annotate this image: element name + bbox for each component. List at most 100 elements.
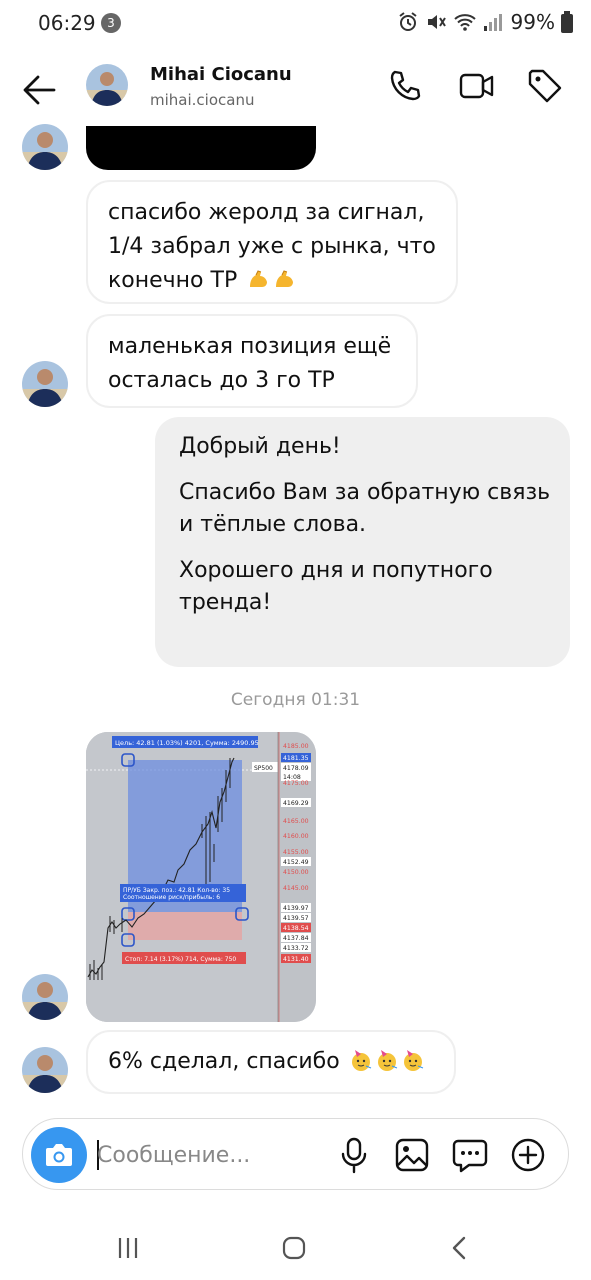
message-text-segment: конечно ТР xyxy=(108,268,238,293)
battery-level: 99% xyxy=(510,10,555,34)
price-label: 4139.57 xyxy=(283,915,309,922)
partying-face-icon xyxy=(351,1050,371,1071)
price-axis: 4185.004181.354178.0914:084175.004169.29… xyxy=(281,743,311,963)
price-label: 4185.00 xyxy=(283,743,309,750)
price-label: 4160.00 xyxy=(283,833,309,840)
avatar-photo xyxy=(22,974,68,1020)
message-text: маленькая позиция ещё xyxy=(108,334,392,359)
message-text: 1/4 забрал уже с рынка, что xyxy=(108,234,436,259)
price-label: 4152.49 xyxy=(283,859,309,866)
price-label: 4181.35 xyxy=(283,755,309,762)
outgoing-message-bubble[interactable]: Добрый день! Спасибо Вам за обратную свя… xyxy=(155,417,570,667)
partying-face-icon xyxy=(377,1050,397,1071)
price-label: 4139.97 xyxy=(283,905,309,912)
contact-username[interactable]: mihai.ciocanu xyxy=(150,91,254,109)
tag-button[interactable] xyxy=(525,66,565,106)
price-label: 4145.00 xyxy=(283,885,309,892)
date-separator: Сегодня 01:31 xyxy=(230,690,361,710)
image-icon xyxy=(395,1138,429,1172)
flexed-biceps-icon xyxy=(276,270,294,287)
signal-icon xyxy=(483,14,502,31)
back-button[interactable] xyxy=(18,68,62,112)
call-button[interactable] xyxy=(385,66,425,106)
contact-name[interactable]: Mihai Ciocanu xyxy=(150,64,292,85)
message-text-segment: 6% сделал, спасибо xyxy=(108,1049,340,1074)
price-label: 4169.29 xyxy=(283,800,309,807)
alarm-icon xyxy=(398,12,417,31)
header-avatar[interactable] xyxy=(86,64,128,106)
price-label: 4178.09 xyxy=(283,765,309,772)
recent-apps-button[interactable] xyxy=(106,1226,150,1270)
partying-face-icon xyxy=(403,1050,423,1071)
voice-message-button[interactable] xyxy=(334,1135,374,1175)
message-text: конечно ТР xyxy=(108,264,436,298)
sender-avatar[interactable] xyxy=(22,1047,68,1093)
price-label: 4137.84 xyxy=(283,935,309,942)
status-icons: 99% xyxy=(397,10,573,34)
price-label: 4175.00 xyxy=(283,780,309,787)
chat-bubble-icon xyxy=(452,1139,488,1173)
battery-icon xyxy=(561,11,573,33)
message-text: 6% сделал, спасибо xyxy=(108,1045,434,1079)
image-message[interactable]: Цель: 42.81 (1.03%) 4201, Сумма: 2490.95… xyxy=(86,732,316,1022)
home-button[interactable] xyxy=(272,1226,316,1270)
plus-circle-icon xyxy=(511,1138,545,1172)
system-back-button[interactable] xyxy=(438,1226,482,1270)
video-camera-icon xyxy=(459,73,494,99)
video-call-button[interactable] xyxy=(457,66,497,106)
avatar-photo xyxy=(22,1047,68,1093)
message-text: осталась до 3 го ТР xyxy=(108,368,335,393)
message-text: и тёплые слова. xyxy=(179,512,367,537)
chat-header: Mihai Ciocanu mihai.ciocanu xyxy=(0,50,591,128)
message-text: Спасибо Вам за обратную связь xyxy=(179,480,551,505)
arrow-left-icon xyxy=(23,75,56,105)
message-text: спасибо жеролд за сигнал, xyxy=(108,200,425,225)
system-nav-bar xyxy=(0,1212,591,1280)
sender-avatar[interactable] xyxy=(22,124,68,170)
message-spacer xyxy=(179,463,546,477)
message-bubble[interactable]: 6% сделал, спасибо xyxy=(86,1030,456,1094)
home-icon xyxy=(282,1236,306,1260)
position-label: ПР/УБ Закр. поз.: 42.81 Кол-во: 35 xyxy=(123,887,230,894)
mute-icon xyxy=(427,15,446,29)
message-spacer xyxy=(179,541,546,555)
position-label: Соотношение риск/прибыль: 6 xyxy=(123,894,220,901)
avatar-photo xyxy=(22,361,68,407)
more-options-button[interactable] xyxy=(508,1135,548,1175)
status-bar: 06:29 3 99% xyxy=(0,0,591,46)
sender-avatar[interactable] xyxy=(22,974,68,1020)
message-composer xyxy=(22,1118,569,1190)
price-label: 4131.40 xyxy=(283,956,309,963)
flexed-biceps-icon xyxy=(250,270,268,287)
price-label: 4165.00 xyxy=(283,818,309,825)
redacted-message xyxy=(86,126,316,170)
price-label: 4138.54 xyxy=(283,925,309,932)
trading-chart-screenshot: Цель: 42.81 (1.03%) 4201, Сумма: 2490.95… xyxy=(86,732,316,1022)
chevron-left-icon xyxy=(452,1236,466,1260)
avatar-photo xyxy=(86,64,128,106)
target-label: Цель: 42.81 (1.03%) 4201, Сумма: 2490.95 xyxy=(115,739,259,747)
tag-icon xyxy=(528,69,562,103)
phone-icon xyxy=(390,70,421,101)
message-text: тренда! xyxy=(179,590,272,615)
sticker-button[interactable] xyxy=(450,1135,490,1175)
message-bubble[interactable]: маленькая позиция ещё осталась до 3 го Т… xyxy=(86,314,418,408)
message-text: Добрый день! xyxy=(179,434,341,459)
message-input[interactable] xyxy=(97,1139,317,1171)
message-bubble[interactable]: спасибо жеролд за сигнал, 1/4 забрал уже… xyxy=(86,180,458,304)
price-label: 4155.00 xyxy=(283,849,309,856)
price-label: 4133.72 xyxy=(283,945,309,952)
sender-avatar[interactable] xyxy=(22,361,68,407)
stop-label: Стоп: 7.14 (3.17%) 714, Сумма: 750 xyxy=(125,956,236,963)
microphone-icon xyxy=(341,1137,367,1174)
avatar-photo xyxy=(22,124,68,170)
notification-badge: 3 xyxy=(101,13,121,33)
price-label: 4150.00 xyxy=(283,869,309,876)
message-text: Хорошего дня и попутного xyxy=(179,558,493,583)
camera-button[interactable] xyxy=(31,1127,87,1183)
gallery-button[interactable] xyxy=(392,1135,432,1175)
symbol-label: SP500 xyxy=(254,765,273,772)
wifi-icon xyxy=(453,14,476,31)
status-time: 06:29 xyxy=(38,11,96,35)
camera-icon xyxy=(46,1144,72,1166)
